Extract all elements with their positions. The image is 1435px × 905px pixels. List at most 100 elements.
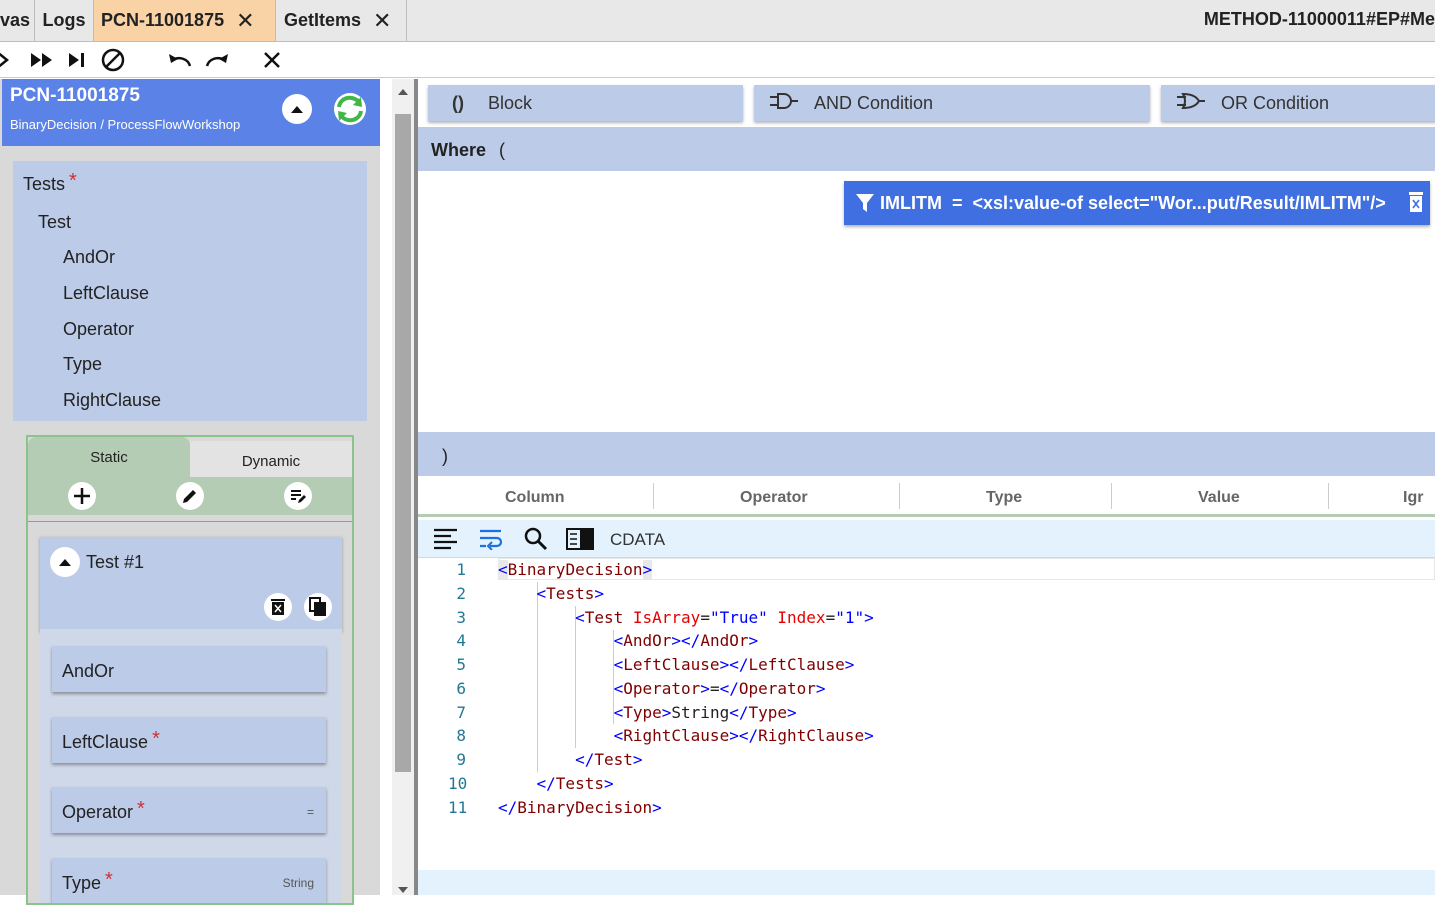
field-list: AndOr LeftClause * Operator * = Type * Stri… bbox=[40, 629, 342, 903]
divider bbox=[1111, 483, 1112, 509]
tree-item-andor[interactable]: AndOr bbox=[63, 247, 115, 268]
required-marker: * bbox=[137, 798, 145, 820]
document-header: PCN-11001875 BinaryDecision / ProcessFlo… bbox=[2, 79, 380, 146]
block-icon: () bbox=[452, 92, 464, 113]
cdata-toggle[interactable]: CDATA bbox=[610, 530, 665, 550]
field-type[interactable]: Type * String bbox=[52, 858, 326, 903]
line-number: 6 bbox=[456, 679, 466, 698]
and-condition-button[interactable]: AND Condition bbox=[754, 85, 1150, 121]
condition-editor: () Block AND Condition OR Condition Wher… bbox=[418, 79, 1435, 895]
tab-logs[interactable]: Logs bbox=[35, 0, 94, 41]
fast-forward-icon[interactable] bbox=[28, 46, 56, 74]
line-number: 4 bbox=[456, 631, 466, 650]
column-header-type[interactable]: Type bbox=[986, 489, 1022, 507]
tab-getitems[interactable]: GetItems ✕ bbox=[276, 0, 407, 41]
tree-item-type[interactable]: Type bbox=[63, 354, 102, 375]
delete-icon[interactable] bbox=[264, 593, 292, 621]
column-header-operator[interactable]: Operator bbox=[740, 489, 808, 507]
field-andor[interactable]: AndOr bbox=[52, 646, 326, 692]
editor-footer bbox=[418, 870, 1435, 895]
toolbar bbox=[0, 42, 1435, 78]
line-number: 3 bbox=[456, 608, 466, 627]
divider bbox=[28, 521, 352, 522]
panel-toggle-icon[interactable] bbox=[566, 528, 594, 555]
where-label: Where bbox=[431, 140, 487, 160]
filter-chip[interactable]: IMLITM = <xsl:value-of select="Wor...put… bbox=[844, 181, 1430, 225]
required-marker: * bbox=[69, 170, 77, 192]
refresh-icon[interactable] bbox=[332, 91, 368, 127]
edit-notes-icon[interactable] bbox=[284, 482, 312, 510]
tab-canvas[interactable]: vas bbox=[0, 0, 35, 41]
field-leftclause[interactable]: LeftClause * bbox=[52, 717, 326, 763]
column-header-value[interactable]: Value bbox=[1198, 489, 1240, 507]
code-line: <LeftClause></LeftClause> bbox=[613, 655, 855, 674]
tree-item-operator[interactable]: Operator bbox=[63, 319, 134, 340]
code-line: <Operator>=</Operator> bbox=[613, 679, 826, 698]
format-icon[interactable] bbox=[433, 528, 459, 555]
redo-icon[interactable] bbox=[202, 46, 232, 74]
column-header-column[interactable]: Column bbox=[505, 489, 565, 507]
button-label: OR Condition bbox=[1221, 92, 1330, 113]
stop-icon[interactable] bbox=[99, 46, 127, 74]
scroll-up-icon[interactable] bbox=[398, 83, 408, 101]
where-bar: Where ( bbox=[418, 127, 1435, 171]
or-gate-icon bbox=[1161, 92, 1221, 115]
tab-dynamic[interactable]: Dynamic bbox=[190, 441, 352, 481]
field-label: LeftClause * bbox=[62, 728, 160, 754]
edit-icon[interactable] bbox=[176, 482, 204, 510]
tree-item-leftclause[interactable]: LeftClause bbox=[63, 283, 149, 304]
line-number: 8 bbox=[456, 726, 466, 745]
tree-item-tests[interactable]: Tests * bbox=[23, 170, 77, 196]
code-line: <Test IsArray="True" Index="1"> bbox=[575, 608, 874, 627]
or-condition-button[interactable]: OR Condition bbox=[1161, 85, 1435, 121]
column-header: Column Operator Type Value Igr bbox=[418, 479, 1435, 517]
open-paren: ( bbox=[499, 140, 505, 160]
divider bbox=[1328, 483, 1329, 509]
collapse-button[interactable] bbox=[282, 94, 312, 124]
undo-icon[interactable] bbox=[165, 46, 195, 74]
step-icon[interactable] bbox=[64, 46, 90, 74]
code-line: <RightClause></RightClause> bbox=[613, 726, 874, 745]
scroll-down-icon[interactable] bbox=[398, 881, 408, 899]
line-number: 9 bbox=[456, 750, 466, 769]
field-label-text: Operator bbox=[62, 802, 134, 822]
block-button[interactable]: () Block bbox=[428, 85, 743, 121]
filter-value: <xsl:value-of select="Wor...put/Result/I… bbox=[972, 192, 1386, 213]
tab-static[interactable]: Static bbox=[28, 437, 190, 477]
scrollbar-thumb[interactable] bbox=[395, 114, 411, 772]
code-line: <BinaryDecision> bbox=[498, 560, 653, 579]
editor-toolbar: CDATA bbox=[418, 520, 1435, 558]
close-icon[interactable]: ✕ bbox=[373, 8, 391, 34]
field-value: = bbox=[306, 805, 314, 819]
panel-toolbar bbox=[28, 477, 352, 515]
code-line: </Tests> bbox=[536, 774, 614, 793]
field-label-text: Type bbox=[62, 873, 102, 893]
code-line: <Tests> bbox=[536, 584, 604, 603]
divider bbox=[653, 483, 654, 509]
copy-icon[interactable] bbox=[304, 593, 332, 621]
code-line: <Type>String</Type> bbox=[613, 703, 797, 722]
close-icon[interactable] bbox=[258, 46, 286, 74]
xml-editor[interactable]: 1 2 3 4 5 6 7 8 9 10 11 <BinaryDecision>… bbox=[418, 558, 1435, 870]
word-wrap-icon[interactable] bbox=[478, 528, 504, 555]
field-label: Operator * bbox=[62, 798, 145, 824]
search-icon[interactable] bbox=[524, 527, 548, 556]
collapse-button[interactable] bbox=[50, 547, 80, 577]
filter-field: IMLITM bbox=[880, 192, 942, 213]
field-operator[interactable]: Operator * = bbox=[52, 787, 326, 833]
delete-icon[interactable] bbox=[1408, 191, 1424, 213]
tree-item-test[interactable]: Test bbox=[38, 212, 71, 233]
add-icon[interactable] bbox=[68, 482, 96, 510]
close-icon[interactable]: ✕ bbox=[236, 8, 254, 34]
tree-item-rightclause[interactable]: RightClause bbox=[63, 390, 161, 411]
line-number: 5 bbox=[456, 655, 466, 674]
where-close-bar: ) bbox=[418, 432, 1435, 476]
play-icon[interactable] bbox=[0, 46, 12, 74]
scrollbar[interactable] bbox=[392, 79, 414, 895]
required-marker: * bbox=[105, 869, 113, 891]
column-header-ignore[interactable]: Igr bbox=[1403, 489, 1423, 507]
tab-label: Logs bbox=[42, 10, 86, 30]
chevron-up-icon bbox=[59, 559, 71, 566]
field-label: AndOr bbox=[62, 660, 118, 683]
tab-pcn[interactable]: PCN-11001875 ✕ bbox=[94, 0, 276, 41]
